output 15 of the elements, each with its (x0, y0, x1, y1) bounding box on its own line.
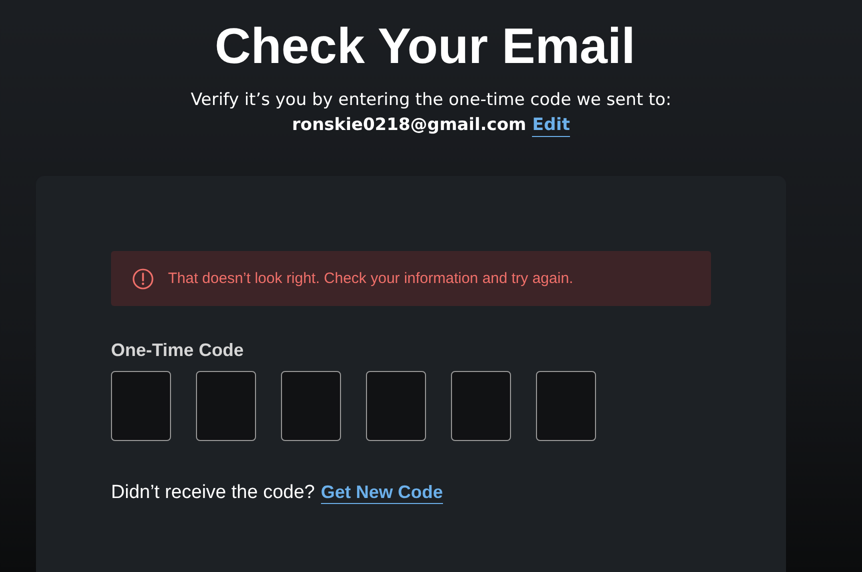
email-address: ronskie0218@gmail.com (292, 114, 526, 137)
code-digit-field[interactable] (451, 371, 511, 441)
field-label: One-Time Code (111, 340, 245, 361)
edit-link[interactable]: Edit (532, 114, 570, 137)
alert-icon (132, 268, 154, 290)
code-digit-field[interactable] (366, 371, 426, 441)
code-digit-field[interactable] (111, 371, 171, 441)
code-digit-field[interactable] (536, 371, 596, 441)
code-digit-field[interactable] (196, 371, 256, 441)
instruction-text: Verify it’s you by entering the one-time code we sent to: (190, 89, 672, 112)
get-new-code-link[interactable]: Get New Code (320, 481, 443, 504)
error-message: That doesn’t look right. Check your information and try again. (168, 270, 574, 287)
code-digit-field[interactable] (281, 371, 341, 441)
resend-prompt: Didn’t receive the code? (111, 482, 315, 504)
page-title: Check Your Email (214, 17, 636, 76)
